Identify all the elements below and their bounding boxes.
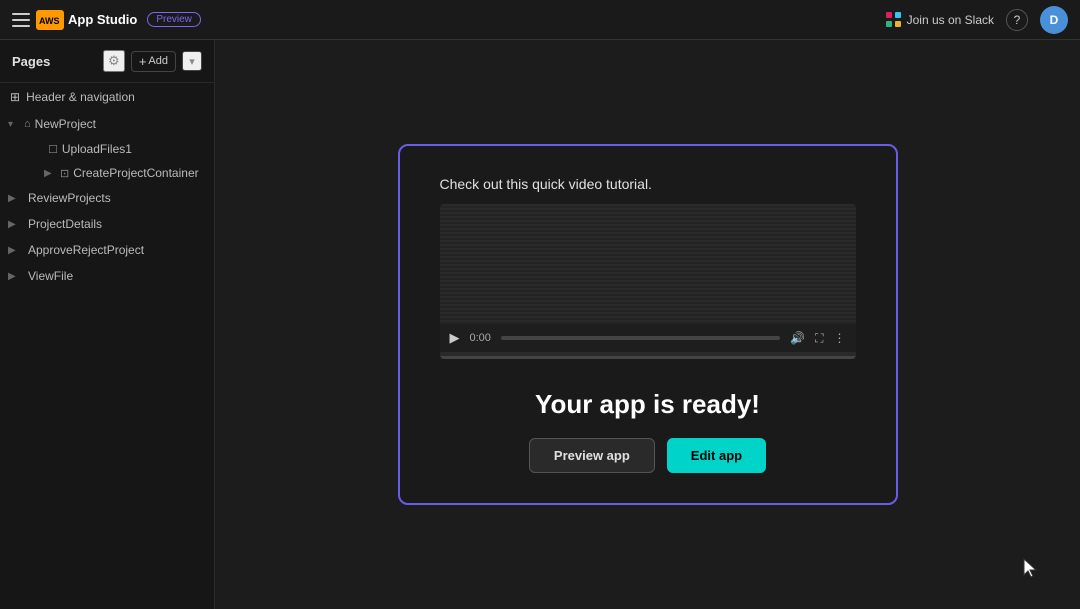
chevron-right-icon: ▶ [8, 193, 20, 204]
sidebar-item-label: ReviewProjects [28, 191, 185, 205]
add-label: Add [148, 55, 168, 67]
sidebar-header: Pages ⚙ + Add ▾ [0, 40, 214, 83]
logo-area: AWS App Studio Preview [12, 10, 201, 30]
sidebar-title: Pages [12, 54, 97, 69]
sidebar-item-label: NewProject [35, 117, 186, 131]
sidebar-add-button[interactable]: + Add [131, 51, 176, 72]
chevron-right-icon: ▶ [8, 245, 20, 256]
video-progress-bar[interactable] [501, 336, 780, 340]
sidebar-item-label: CreateProjectContainer [73, 166, 204, 180]
chevron-right-icon: ▶ [8, 271, 20, 282]
sidebar-item-reviewprojects[interactable]: ▶ ReviewProjects ••• [0, 185, 214, 211]
edit-app-button[interactable]: Edit app [667, 438, 766, 473]
sidebar-item-viewfile[interactable]: ▶ ViewFile ••• [0, 263, 214, 289]
modal-actions: Preview app Edit app [440, 438, 856, 473]
file-icon: ☐ [48, 143, 58, 156]
grid-icon: ⊞ [10, 90, 20, 104]
slack-label: Join us on Slack [907, 13, 994, 27]
slack-icon [886, 12, 902, 28]
play-button[interactable]: ▶ [450, 330, 460, 346]
video-thumbnail [440, 204, 856, 324]
top-navigation: AWS App Studio Preview Join us on Slack … [0, 0, 1080, 40]
chevron-right-icon: ▶ [8, 219, 20, 230]
sidebar-item-label: ApproveRejectProject [28, 243, 185, 257]
sidebar-gear-button[interactable]: ⚙ [103, 50, 125, 72]
main-layout: Pages ⚙ + Add ▾ ⊞ Header & navigation ▾ … [0, 40, 1080, 609]
ready-modal: Check out this quick video tutorial. ▶ 0… [398, 144, 898, 505]
aws-logo-box: AWS [36, 10, 64, 30]
sidebar: Pages ⚙ + Add ▾ ⊞ Header & navigation ▾ … [0, 40, 215, 609]
help-button[interactable]: ? [1006, 9, 1028, 31]
sidebar-item-projectdetails[interactable]: ▶ ProjectDetails ••• [0, 211, 214, 237]
add-plus-icon: + [139, 54, 147, 69]
sidebar-item-label: UploadFiles1 [62, 142, 204, 156]
hamburger-icon[interactable] [12, 13, 30, 27]
container-icon: ⊡ [60, 167, 69, 180]
video-progress-underbar [440, 356, 856, 359]
sidebar-item-label: ViewFile [28, 269, 185, 283]
video-controls: ▶ 0:00 🔊 ⛶ ⋮ [440, 324, 856, 352]
sidebar-item-uploadfiles1[interactable]: ☐ UploadFiles1 [0, 137, 214, 161]
ready-title: Your app is ready! [440, 389, 856, 420]
app-studio-label: App Studio [68, 12, 137, 27]
volume-icon[interactable]: 🔊 [790, 331, 805, 345]
chevron-right-icon: ▶ [44, 168, 56, 179]
topnav-right: Join us on Slack ? D [886, 6, 1068, 34]
sidebar-item-label: Header & navigation [26, 90, 135, 104]
main-content: Check out this quick video tutorial. ▶ 0… [215, 40, 1080, 609]
home-icon: ⌂ [24, 118, 31, 130]
sidebar-chevron-button[interactable]: ▾ [182, 51, 202, 71]
chevron-down-icon: ▾ [8, 119, 20, 130]
avatar[interactable]: D [1040, 6, 1068, 34]
slack-link[interactable]: Join us on Slack [886, 12, 994, 28]
sidebar-item-newproject[interactable]: ▾ ⌂ NewProject ••• [0, 111, 214, 137]
cursor-icon [1020, 557, 1040, 581]
sidebar-item-label: ProjectDetails [28, 217, 185, 231]
preview-badge: Preview [147, 12, 201, 27]
more-options-video-icon[interactable]: ⋮ [834, 331, 846, 345]
preview-app-button[interactable]: Preview app [529, 438, 655, 473]
tutorial-text: Check out this quick video tutorial. [440, 176, 652, 192]
sidebar-item-createprojectcontainer[interactable]: ▶ ⊡ CreateProjectContainer [0, 161, 214, 185]
sidebar-item-header-navigation[interactable]: ⊞ Header & navigation [0, 83, 214, 111]
fullscreen-icon[interactable]: ⛶ [815, 331, 823, 346]
video-time: 0:00 [470, 332, 491, 344]
svg-text:AWS: AWS [39, 16, 60, 26]
video-player[interactable]: ▶ 0:00 🔊 ⛶ ⋮ [440, 204, 856, 359]
aws-logo: AWS App Studio [36, 10, 137, 30]
sidebar-item-approverejectproject[interactable]: ▶ ApproveRejectProject ••• [0, 237, 214, 263]
